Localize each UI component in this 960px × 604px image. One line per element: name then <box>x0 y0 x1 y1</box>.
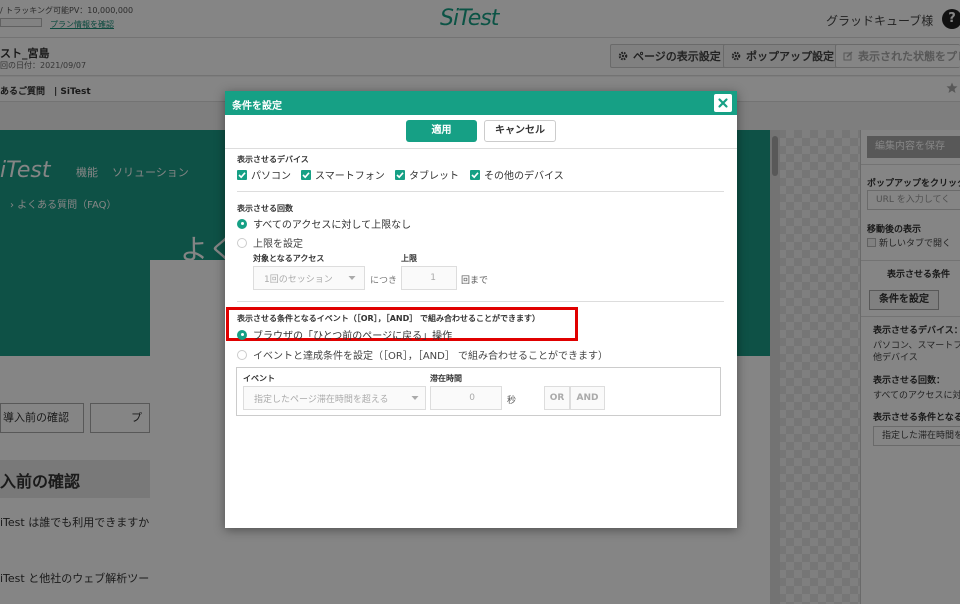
radio-label: すべてのアクセスに対して上限なし <box>253 220 412 231</box>
radio-unselected-icon <box>237 237 247 248</box>
event-radio-combine[interactable]: イベントと達成条件を設定（［OR］，［AND］ で組み合わせることができます） <box>237 347 608 362</box>
per-label: につき <box>370 276 398 286</box>
count-radio-unlimited[interactable]: すべてのアクセスに対して上限なし <box>237 216 411 231</box>
device-checkbox-other[interactable]: その他のデバイス <box>470 167 564 182</box>
radio-selected-icon <box>237 218 247 229</box>
event-radio-browser-back[interactable]: ブラウザの「ひとつ前のページに戻る」操作 <box>237 327 452 342</box>
target-access-label: 対象となるアクセス <box>253 254 325 263</box>
and-button[interactable]: AND <box>570 386 605 410</box>
count-radio-limit[interactable]: 上限を設定 <box>237 235 303 250</box>
event-section-title: 表示させる条件となるイベント（［OR］，［AND］ で組み合わせることができます… <box>237 314 541 323</box>
chevron-down-icon <box>411 395 419 401</box>
radio-unselected-icon <box>237 349 247 360</box>
stay-time-input[interactable]: 0 <box>430 386 502 410</box>
event-select[interactable]: 指定したページ滞在時間を超える <box>243 386 426 410</box>
target-access-select[interactable]: 1回のセッション <box>253 266 365 290</box>
chevron-down-icon <box>348 275 356 281</box>
device-label: パソコン <box>251 171 291 182</box>
device-label: タブレット <box>409 171 459 182</box>
count-section-title: 表示させる回数 <box>237 204 293 213</box>
close-icon[interactable] <box>714 94 732 112</box>
divider <box>237 301 724 302</box>
radio-label: 上限を設定 <box>253 239 303 250</box>
checkbox-checked-icon <box>395 169 405 180</box>
or-button[interactable]: OR <box>544 386 570 410</box>
event-settings-box: イベント 滞在時間 指定したページ滞在時間を超える 0 秒 OR AND <box>236 367 721 416</box>
device-label: スマートフォン <box>315 171 385 182</box>
stay-time-label: 滞在時間 <box>430 374 462 383</box>
seconds-label: 秒 <box>507 396 517 406</box>
divider <box>237 191 724 192</box>
cancel-button[interactable]: キャンセル <box>484 120 556 142</box>
apply-button[interactable]: 適用 <box>406 120 477 142</box>
condition-modal: 条件を設定 適用 キャンセル 表示させるデバイス パソコン スマートフォン タブ… <box>225 91 737 528</box>
limit-label: 上限 <box>401 254 417 263</box>
device-checkbox-smartphone[interactable]: スマートフォン <box>301 167 385 182</box>
checkbox-checked-icon <box>301 169 311 180</box>
modal-title: 条件を設定 <box>232 101 282 112</box>
radio-label: イベントと達成条件を設定（［OR］，［AND］ で組み合わせることができます） <box>253 351 609 362</box>
devices-section-title: 表示させるデバイス <box>237 155 309 164</box>
event-select-value: 指定したページ滞在時間を超える <box>254 394 389 405</box>
device-checkbox-pc[interactable]: パソコン <box>237 167 291 182</box>
divider <box>225 148 737 149</box>
event-label: イベント <box>243 374 275 383</box>
checkbox-checked-icon <box>237 169 247 180</box>
times-suffix: 回まで <box>461 276 489 286</box>
modal-header: 条件を設定 <box>225 91 737 115</box>
device-checkbox-tablet[interactable]: タブレット <box>395 167 459 182</box>
target-access-value: 1回のセッション <box>264 274 333 285</box>
radio-label: ブラウザの「ひとつ前のページに戻る」操作 <box>253 331 453 342</box>
checkbox-checked-icon <box>470 169 480 180</box>
radio-selected-icon <box>237 329 247 340</box>
limit-input[interactable]: 1 <box>401 266 457 290</box>
device-label: その他のデバイス <box>484 171 564 182</box>
